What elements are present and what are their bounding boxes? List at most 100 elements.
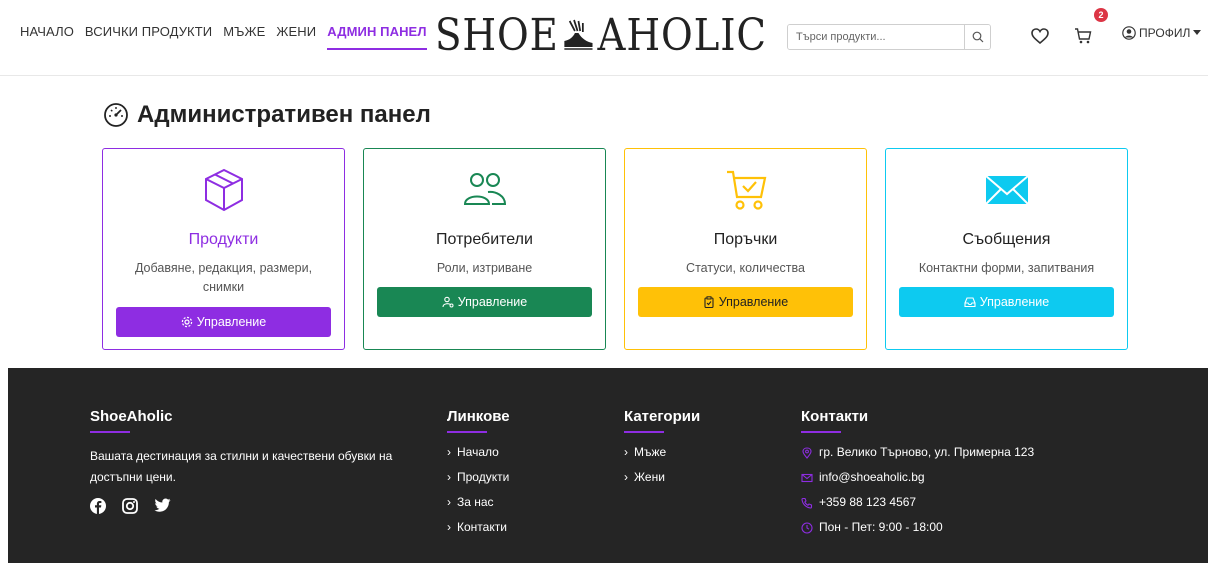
hours-text: Пон - Пет: 9:00 - 18:00: [819, 520, 943, 534]
search-button[interactable]: [964, 25, 990, 49]
heading-underline: [90, 431, 130, 433]
cart-button[interactable]: [1073, 26, 1093, 46]
footer-link-label: Продукти: [457, 470, 510, 484]
clock-icon: [801, 521, 813, 534]
inbox-icon: [964, 297, 976, 308]
caret-down-icon: [1193, 30, 1202, 35]
twitter-icon[interactable]: [154, 498, 171, 513]
envelope-icon: [984, 175, 1029, 205]
footer-email[interactable]: info@shoeaholic.bg: [801, 471, 1034, 484]
speedometer-icon: [104, 103, 128, 127]
manage-users-button[interactable]: Управление: [377, 287, 592, 317]
card-description: Контактни форми, запитвания: [918, 261, 1095, 275]
manage-products-button[interactable]: Управление: [116, 307, 331, 337]
email-text: info@shoeaholic.bg: [819, 470, 925, 484]
chevron-right-icon: ›: [624, 445, 628, 459]
site-footer: ShoeAholic Вашата дестинация за стилни и…: [8, 368, 1208, 563]
profile-dropdown[interactable]: ПРОФИЛ: [1122, 26, 1202, 40]
footer-category-label: Жени: [634, 470, 665, 484]
chevron-right-icon: ›: [447, 520, 451, 534]
address-text: гр. Велико Търново, ул. Примерна 123: [819, 445, 1035, 459]
footer-link-home[interactable]: › Начало: [447, 446, 510, 459]
search-icon: [972, 31, 983, 43]
footer-link-label: Начало: [457, 445, 499, 459]
button-label: Управление: [979, 295, 1050, 309]
card-users: Потребители Роли, изтриване Управление: [363, 148, 606, 350]
wishlist-button[interactable]: [1030, 26, 1050, 46]
footer-categories: Категории › Мъже › Жени: [624, 408, 700, 496]
phone-text: +359 88 123 4567: [819, 495, 917, 509]
search-input[interactable]: [788, 25, 964, 49]
footer-hours: Пон - Пет: 9:00 - 18:00: [801, 521, 1034, 534]
main-nav: НАЧАЛО ВСИЧКИ ПРОДУКТИ МЪЖЕ ЖЕНИ АДМИН П…: [20, 24, 438, 50]
chevron-right-icon: ›: [624, 470, 628, 484]
logo-text-right: AHOLIC: [597, 9, 767, 61]
footer-contacts: Контакти гр. Велико Търново, ул. Примерн…: [801, 408, 1034, 546]
footer-links: Линкове › Начало › Продукти › За нас › Конта…: [447, 408, 510, 546]
footer-brand-text: Вашата дестинация за стилни и качествени…: [90, 449, 393, 484]
profile-label: ПРОФИЛ: [1139, 26, 1191, 40]
heart-icon: [1031, 28, 1049, 44]
footer-link-about[interactable]: › За нас: [447, 496, 510, 509]
card-description: Статуси, количества: [686, 261, 805, 275]
heading-underline: [801, 431, 841, 433]
card-title: Продукти: [188, 231, 259, 248]
search-form: [787, 24, 991, 50]
card-description: Добавяне, редакция, размери, снимки: [134, 261, 313, 294]
footer-phone[interactable]: +359 88 123 4567: [801, 496, 1034, 509]
footer-link-contacts[interactable]: › Контакти: [447, 521, 510, 534]
footer-link-label: За нас: [457, 495, 494, 509]
card-products: Продукти Добавяне, редакция, размери, сн…: [102, 148, 345, 350]
nav-link-men[interactable]: МЪЖЕ: [223, 24, 265, 50]
nav-link-admin-panel[interactable]: АДМИН ПАНЕЛ: [327, 24, 427, 50]
page-title: Административен панел: [103, 101, 431, 129]
logo-text-left: SHOE: [435, 9, 559, 61]
footer-category-women[interactable]: › Жени: [624, 471, 700, 484]
footer-link-label: Контакти: [457, 520, 507, 534]
facebook-icon[interactable]: [90, 498, 106, 514]
chevron-right-icon: ›: [447, 495, 451, 509]
page-title-text: Административен панел: [137, 101, 431, 128]
footer-links-title: Линкове: [447, 408, 510, 425]
manage-orders-button[interactable]: Управление: [638, 287, 853, 317]
gear-icon: [181, 316, 192, 328]
user-gear-icon: [442, 296, 454, 308]
envelope-icon: [801, 473, 813, 482]
manage-messages-button[interactable]: Управление: [899, 287, 1114, 317]
heading-underline: [624, 431, 664, 433]
card-title: Поръчки: [713, 231, 778, 248]
nav-link-women[interactable]: ЖЕНИ: [276, 24, 316, 50]
card-title: Съобщения: [962, 231, 1051, 248]
card-messages: Съобщения Контактни форми, запитвания Уп…: [885, 148, 1128, 350]
card-title: Потребители: [436, 231, 533, 248]
footer-address: гр. Велико Търново, ул. Примерна 123: [801, 446, 1034, 459]
footer-category-men[interactable]: › Мъже: [624, 446, 700, 459]
footer-link-products[interactable]: › Продукти: [447, 471, 510, 484]
button-label: Управление: [457, 295, 528, 309]
chevron-right-icon: ›: [447, 470, 451, 484]
button-label: Управление: [196, 315, 267, 329]
nav-link-all-products[interactable]: ВСИЧКИ ПРОДУКТИ: [85, 24, 212, 50]
card-description: Роли, изтриване: [436, 261, 533, 275]
footer-categories-title: Категории: [624, 408, 701, 425]
phone-icon: [801, 497, 813, 509]
cart-icon: [1075, 28, 1092, 44]
clipboard-check-icon: [704, 296, 714, 308]
instagram-icon[interactable]: [122, 498, 138, 514]
user-circle-icon: [1122, 26, 1136, 40]
nav-link-home[interactable]: НАЧАЛО: [20, 24, 74, 50]
users-icon: [463, 173, 506, 205]
site-logo[interactable]: SHOE AHOLIC: [435, 9, 767, 61]
social-links: [90, 498, 420, 514]
footer-contacts-title: Контакти: [801, 408, 869, 425]
site-header: НАЧАЛО ВСИЧКИ ПРОДУКТИ МЪЖЕ ЖЕНИ АДМИН П…: [0, 0, 1208, 76]
footer-brand-title: ShoeAholic: [90, 408, 173, 425]
card-orders: Поръчки Статуси, количества Управление: [624, 148, 867, 350]
cart-check-icon: [726, 170, 766, 210]
heading-underline: [447, 431, 487, 433]
footer-brand: ShoeAholic Вашата дестинация за стилни и…: [90, 408, 420, 514]
chevron-right-icon: ›: [447, 445, 451, 459]
box-icon: [204, 168, 243, 212]
footer-category-label: Мъже: [634, 445, 667, 459]
winged-shoe-icon: [564, 19, 593, 50]
